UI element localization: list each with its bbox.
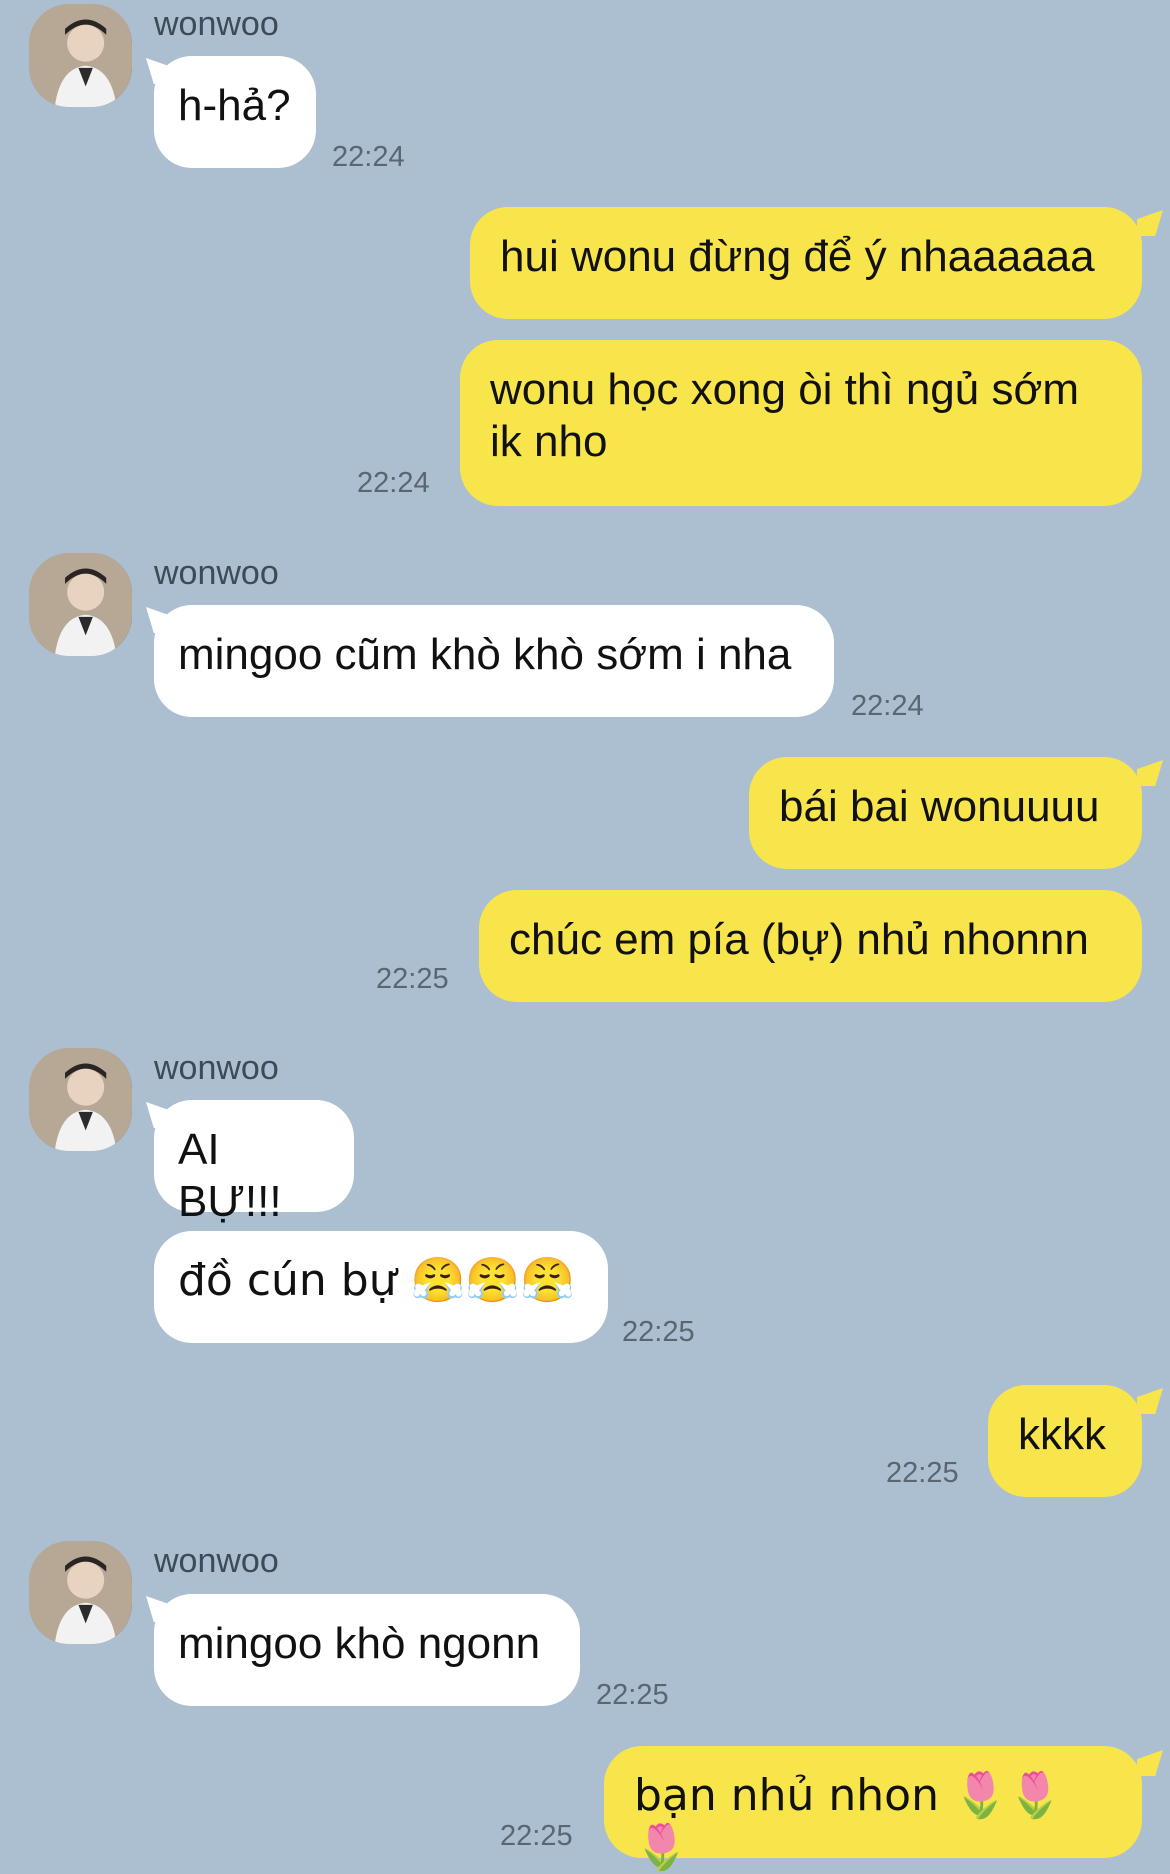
contact-name: wonwoo [154, 5, 279, 43]
outgoing-message[interactable]: bạn nhủ nhon 🌷🌷🌷 [604, 1746, 1142, 1873]
message-text: bạn nhủ nhon 🌷🌷🌷 [634, 1770, 1063, 1873]
bubble-tail [1137, 1388, 1163, 1414]
message-text: hui wonu đừng để ý nhaaaaaa [500, 232, 1095, 281]
message-timestamp: 22:24 [851, 690, 924, 722]
outgoing-message[interactable]: wonu học xong òi thì ngủ sớm ik nho [460, 340, 1142, 506]
message-timestamp: 22:25 [596, 1679, 669, 1711]
message-timestamp: 22:25 [886, 1457, 959, 1489]
message-text: đồ cún bự 😤😤😤 [178, 1255, 575, 1306]
message-timestamp: 22:24 [357, 467, 430, 499]
bubble-tail [1137, 1750, 1163, 1776]
contact-avatar[interactable] [29, 4, 132, 107]
message-text: mingoo khò ngonn [178, 1619, 541, 1668]
message-text: kkkk [1018, 1410, 1106, 1459]
message-timestamp: 22:24 [332, 141, 405, 173]
message-text: AI BỰ!!! [178, 1125, 282, 1226]
incoming-message[interactable]: h-hả? [154, 56, 316, 168]
bubble-tail [1137, 760, 1163, 786]
message-timestamp: 22:25 [376, 963, 449, 995]
incoming-message[interactable]: mingoo cũm khò khò sớm i nha [154, 605, 834, 717]
contact-name: wonwoo [154, 554, 279, 592]
outgoing-message[interactable]: bái bai wonuuuu [749, 757, 1142, 869]
message-text: bái bai wonuuuu [779, 782, 1100, 831]
message-text: wonu học xong òi thì ngủ sớm ik nho [490, 365, 1079, 466]
message-text: h-hả? [178, 81, 291, 130]
contact-avatar[interactable] [29, 1048, 132, 1151]
incoming-message[interactable]: mingoo khò ngonn [154, 1594, 580, 1706]
message-text: chúc em pía (bự) nhủ nhonnn [509, 915, 1089, 964]
bubble-tail [1137, 210, 1163, 236]
message-timestamp: 22:25 [622, 1316, 695, 1348]
message-timestamp: 22:25 [500, 1820, 573, 1852]
contact-avatar[interactable] [29, 553, 132, 656]
contact-avatar[interactable] [29, 1541, 132, 1644]
message-text: mingoo cũm khò khò sớm i nha [178, 630, 792, 679]
outgoing-message[interactable]: chúc em pía (bự) nhủ nhonnn [479, 890, 1142, 1002]
contact-name: wonwoo [154, 1542, 279, 1580]
outgoing-message[interactable]: hui wonu đừng để ý nhaaaaaa [470, 207, 1142, 319]
outgoing-message[interactable]: kkkk [988, 1385, 1142, 1497]
incoming-message[interactable]: AI BỰ!!! [154, 1100, 354, 1226]
contact-name: wonwoo [154, 1049, 279, 1087]
incoming-message[interactable]: đồ cún bự 😤😤😤 [154, 1231, 608, 1343]
